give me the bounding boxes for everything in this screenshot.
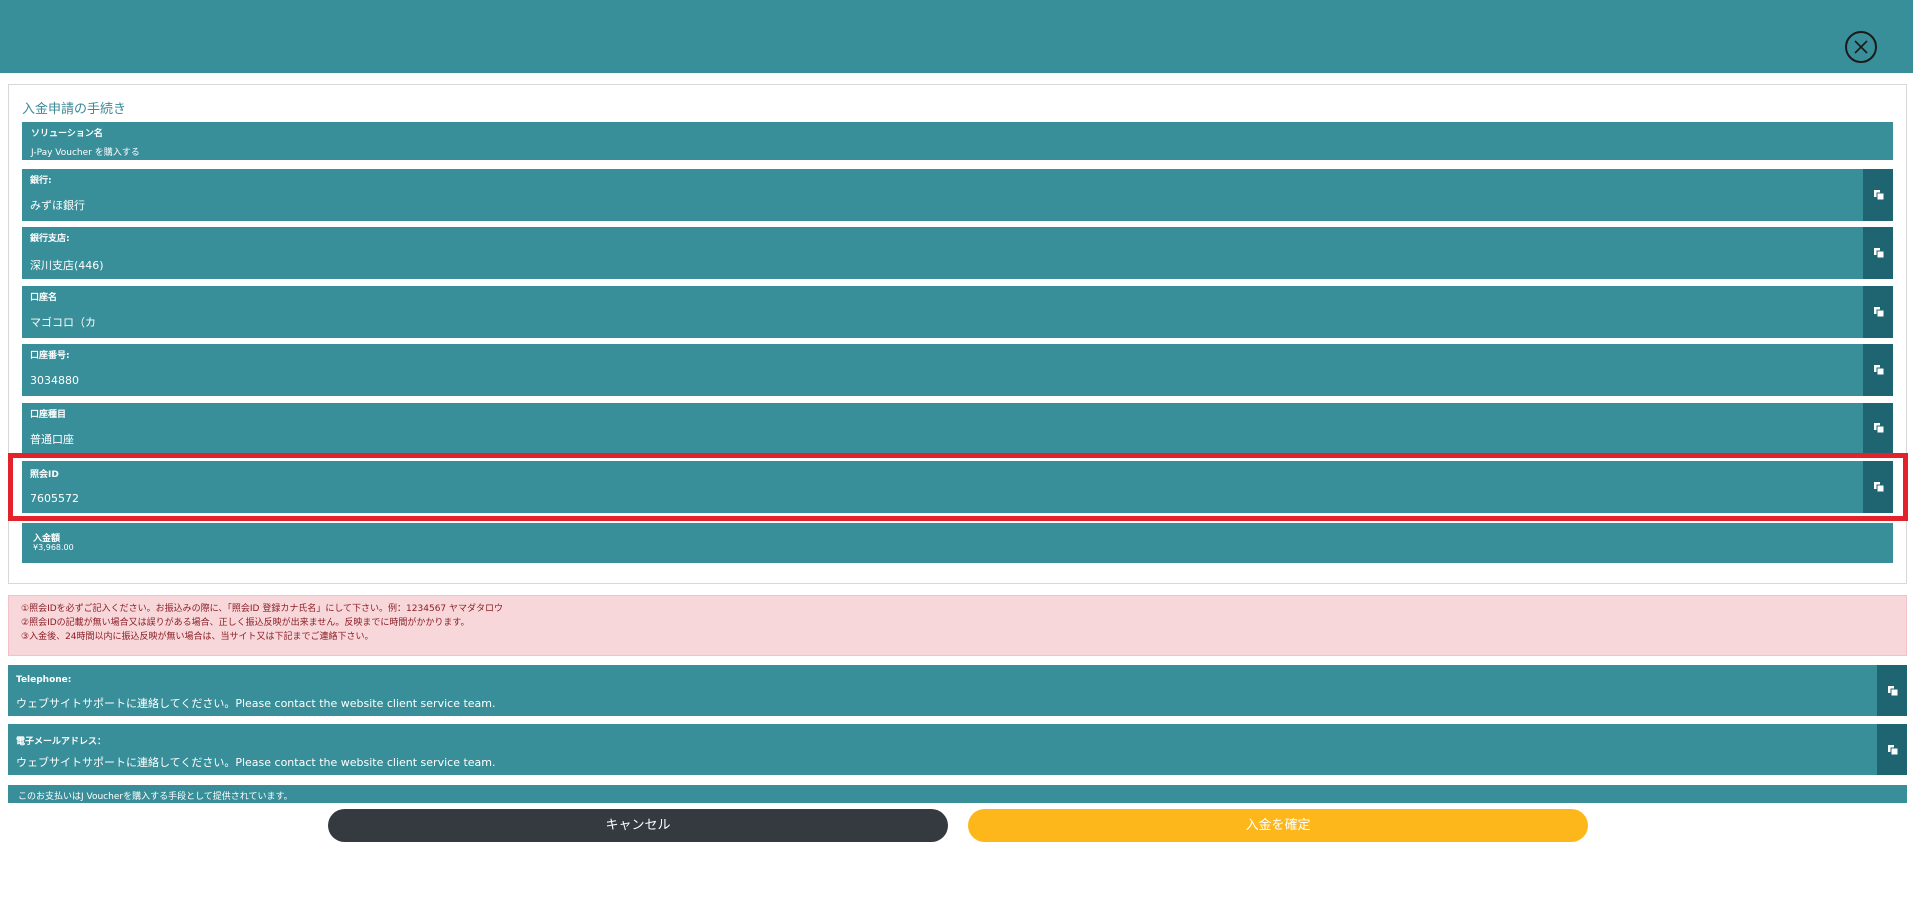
contact-value: ウェブサイトサポートに連絡してください。Please contact the w… <box>16 697 496 710</box>
field-branch: 銀行支店: 深川支店(446) <box>22 227 1893 279</box>
field-account-number: 口座番号: 3034880 <box>22 344 1893 396</box>
field-value: 普通口座 <box>30 433 74 446</box>
copy-icon <box>1874 307 1885 318</box>
field-value: マゴコロ（カ <box>30 316 96 329</box>
payment-note: このお支払いはJ Voucherを購入する手段として提供されています。 <box>8 785 1907 803</box>
alert-line: ①照会IDを必ずご記入ください。お振込みの際に、「照会ID 登録カナ氏名」にして… <box>21 604 504 614</box>
field-label: ソリューション名 <box>31 129 103 139</box>
alert-line: ②照会IDの記載が無い場合又は誤りがある場合、正しく振込反映が出来ません。反映ま… <box>21 618 470 628</box>
copy-button[interactable] <box>1863 169 1893 221</box>
copy-icon <box>1874 482 1885 493</box>
field-label: 口座名 <box>30 293 58 303</box>
copy-icon <box>1888 744 1899 755</box>
field-account-name: 口座名 マゴコロ（カ <box>22 286 1893 338</box>
field-account-type: 口座種目 普通口座 <box>22 403 1893 453</box>
copy-icon <box>1874 190 1885 201</box>
close-button[interactable] <box>1845 31 1877 63</box>
field-value: 3034880 <box>30 374 79 387</box>
field-value: みずほ銀行 <box>30 199 85 212</box>
copy-button[interactable] <box>1877 665 1907 716</box>
contact-label: 電子メールアドレス： <box>16 737 107 747</box>
header-bar <box>0 0 1913 73</box>
notice-alert: ①照会IDを必ずご記入ください。お振込みの際に、「照会ID 登録カナ氏名」にして… <box>8 595 1907 656</box>
field-label: 銀行支店: <box>30 234 70 244</box>
cancel-button[interactable]: キャンセル <box>328 809 948 842</box>
confirm-deposit-button[interactable]: 入金を確定 <box>968 809 1588 842</box>
field-label: 銀行: <box>30 176 52 186</box>
copy-icon <box>1874 423 1885 434</box>
field-value: 深川支店(446) <box>30 259 104 272</box>
contact-email: 電子メールアドレス： ウェブサイトサポートに連絡してください。Please co… <box>8 724 1907 775</box>
contact-value: ウェブサイトサポートに連絡してください。Please contact the w… <box>16 756 496 769</box>
field-value: J-Pay Voucher を購入する <box>31 148 140 158</box>
contact-telephone: Telephone: ウェブサイトサポートに連絡してください。Please co… <box>8 665 1907 716</box>
copy-button[interactable] <box>1863 286 1893 338</box>
field-value: ¥3,968.00 <box>33 543 74 552</box>
copy-button[interactable] <box>1863 344 1893 396</box>
alert-line: ③入金後、24時間以内に振込反映が無い場合は、当サイト又は下記までご連絡下さい。 <box>21 632 374 642</box>
field-label: 口座番号: <box>30 351 70 361</box>
field-deposit-amount: 入金額 ¥3,968.00 <box>22 523 1893 563</box>
copy-button[interactable] <box>1863 461 1893 513</box>
field-solution-name: ソリューション名 J-Pay Voucher を購入する <box>22 122 1893 160</box>
field-label: 口座種目 <box>30 410 67 420</box>
close-icon <box>1854 40 1868 54</box>
panel-title: 入金申請の手続き <box>22 102 127 117</box>
field-label: 照会ID <box>30 470 59 480</box>
copy-button[interactable] <box>1863 403 1893 453</box>
field-value: 7605572 <box>30 492 79 505</box>
copy-icon <box>1874 248 1885 259</box>
copy-icon <box>1888 685 1899 696</box>
field-bank: 銀行: みずほ銀行 <box>22 169 1893 221</box>
contact-label: Telephone: <box>16 675 72 685</box>
copy-icon <box>1874 365 1885 376</box>
copy-button[interactable] <box>1863 227 1893 279</box>
copy-button[interactable] <box>1877 724 1907 775</box>
field-reference-id: 照会ID 7605572 <box>22 461 1893 513</box>
